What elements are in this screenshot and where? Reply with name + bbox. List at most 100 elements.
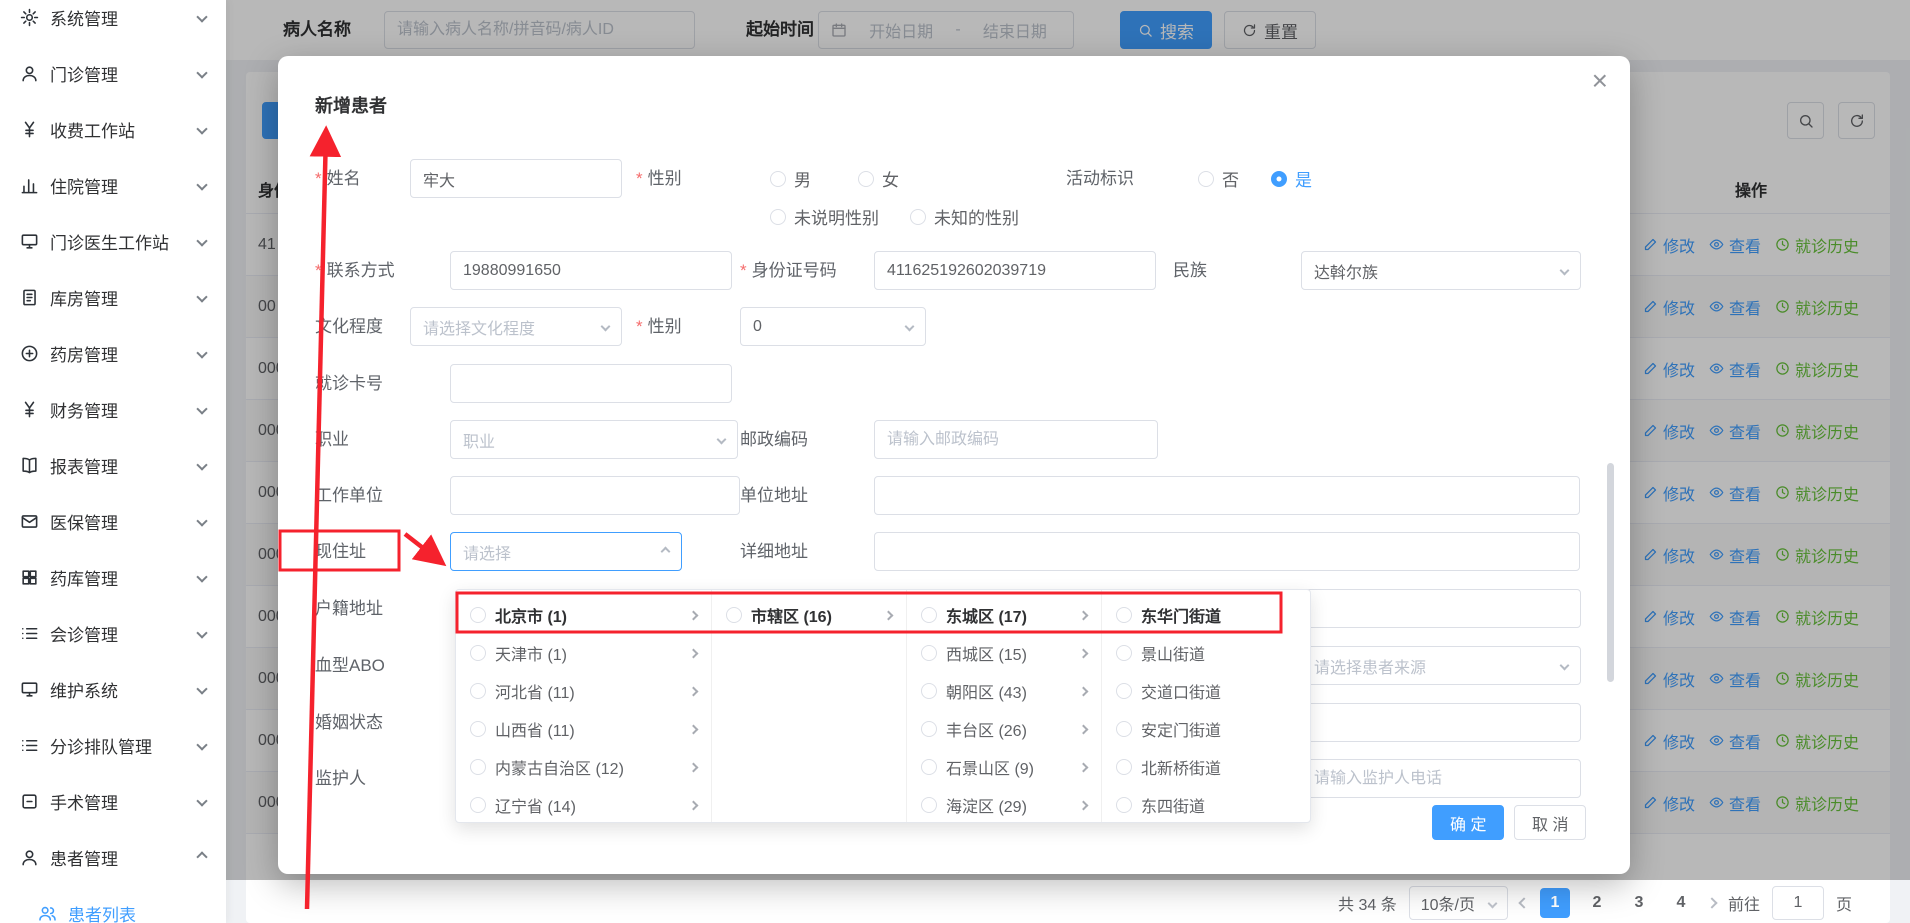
cascader-option-hebei[interactable]: 河北省 (11) — [456, 672, 711, 710]
gender-code-select[interactable]: 0 — [740, 307, 926, 346]
chevron-right-icon — [1079, 800, 1089, 810]
goto-page-input[interactable] — [1772, 886, 1824, 920]
cascader-option-xicheng[interactable]: 西城区 (15) — [907, 634, 1101, 672]
sidebar-item-label: 维护系统 — [50, 677, 118, 702]
gender-radio-unknown[interactable]: 未知的性别 — [910, 197, 1019, 236]
list-icon — [20, 736, 39, 755]
guardian-phone-input[interactable] — [1301, 759, 1581, 798]
radio-icon — [921, 721, 937, 737]
confirm-button[interactable]: 确 定 — [1432, 805, 1504, 840]
prev-page-icon[interactable] — [1518, 897, 1529, 908]
detail-address-label: 详细地址 — [740, 532, 808, 571]
active-flag-radio-yes[interactable]: 是 — [1271, 159, 1312, 198]
name-input[interactable] — [410, 159, 622, 198]
cascader-option-shijingshan[interactable]: 石景山区 (9) — [907, 748, 1101, 786]
radio-icon — [470, 683, 486, 699]
main-area: 病人名称 起始时间 开始日期 - 结束日期 搜索 重置 身份证 操作 41修改查… — [226, 0, 1910, 923]
cascader-option-chaoyang[interactable]: 朝阳区 (43) — [907, 672, 1101, 710]
id-number-input[interactable] — [874, 251, 1156, 290]
page-button-2[interactable]: 2 — [1582, 888, 1612, 918]
cascader-option-tianjin[interactable]: 天津市 (1) — [456, 634, 711, 672]
page-button-1[interactable]: 1 — [1540, 888, 1570, 918]
sidebar-item-outpatient-management[interactable]: 门诊管理 — [0, 45, 226, 101]
cascader-option-beijing[interactable]: 北京市 (1) — [456, 596, 711, 634]
visit-card-input[interactable] — [450, 364, 732, 403]
cascader-option-donghuamen[interactable]: 东华门街道 — [1102, 596, 1311, 634]
sidebar-item-label: 报表管理 — [50, 453, 118, 478]
work-unit-label: 工作单位 — [315, 476, 383, 515]
cascader-option-haidian[interactable]: 海淀区 (29) — [907, 786, 1101, 822]
radio-icon — [770, 209, 786, 225]
sidebar-item-inpatient-management[interactable]: 住院管理 — [0, 157, 226, 213]
sidebar-item-triage-queue-management[interactable]: 分诊排队管理 — [0, 717, 226, 773]
sidebar-item-maintenance-system[interactable]: 维护系统 — [0, 661, 226, 717]
cascader-option-beixinqiao[interactable]: 北新桥街道 — [1102, 748, 1311, 786]
cascader-option-jingshan[interactable]: 景山街道 — [1102, 634, 1311, 672]
patient-source-select[interactable]: 请选择患者来源 — [1301, 646, 1581, 685]
sidebar-item-outpatient-doctor-workstation[interactable]: 门诊医生工作站 — [0, 213, 226, 269]
next-page-icon[interactable] — [1706, 897, 1717, 908]
sidebar-item-drug-storage-management[interactable]: 药库管理 — [0, 549, 226, 605]
cascader-option-jiaodaokou[interactable]: 交道口街道 — [1102, 672, 1311, 710]
sidebar-item-patient-management[interactable]: 患者管理 — [0, 829, 226, 885]
sidebar-item-warehouse-management[interactable]: 库房管理 — [0, 269, 226, 325]
contact-input[interactable] — [450, 251, 732, 290]
page-button-4[interactable]: 4 — [1666, 888, 1696, 918]
sidebar-item-label: 药库管理 — [50, 565, 118, 590]
sidebar-item-medical-insurance-management[interactable]: 医保管理 — [0, 493, 226, 549]
radio-icon — [1116, 759, 1132, 775]
chevron-up-icon — [661, 547, 671, 557]
current-address-select[interactable]: 请选择 — [450, 532, 682, 571]
ethnicity-select[interactable]: 达斡尔族 — [1301, 251, 1581, 290]
education-select[interactable]: 请选择文化程度 — [410, 307, 622, 346]
cascader-option-shanxi[interactable]: 山西省 (11) — [456, 710, 711, 748]
marital-right-input[interactable] — [1301, 703, 1581, 742]
modal-scrollbar[interactable] — [1607, 463, 1614, 682]
sidebar-item-charging-workstation[interactable]: 收费工作站 — [0, 101, 226, 157]
cascader-option-dongsi[interactable]: 东四街道 — [1102, 786, 1311, 822]
cascader-option-dongcheng[interactable]: 东城区 (17) — [907, 596, 1101, 634]
active-flag-radio-no[interactable]: 否 — [1198, 159, 1239, 198]
cancel-button[interactable]: 取 消 — [1514, 805, 1586, 840]
gender-radio-female[interactable]: 女 — [858, 159, 899, 198]
sidebar-item-label: 分诊排队管理 — [50, 733, 152, 758]
gender-label: 性别 — [636, 159, 682, 198]
sidebar-item-label: 门诊医生工作站 — [50, 229, 169, 254]
chevron-right-icon — [689, 686, 699, 696]
page-button-3[interactable]: 3 — [1624, 888, 1654, 918]
sidebar-item-finance-management[interactable]: 财务管理 — [0, 381, 226, 437]
radio-icon — [1116, 797, 1132, 813]
cascader-option-shixiaqu[interactable]: 市辖区 (16) — [712, 596, 906, 634]
cascader-option-liaoning[interactable]: 辽宁省 (14) — [456, 786, 711, 822]
sidebar-item-patient-list[interactable]: 患者列表 — [0, 885, 226, 923]
radio-icon — [470, 721, 486, 737]
gender-radio-male[interactable]: 男 — [770, 159, 811, 198]
sidebar-item-consultation-management[interactable]: 会诊管理 — [0, 605, 226, 661]
cascader-option-neimenggu[interactable]: 内蒙古自治区 (12) — [456, 748, 711, 786]
occupation-select[interactable]: 职业 — [450, 420, 738, 459]
cascader-option-andingmen[interactable]: 安定门街道 — [1102, 710, 1311, 748]
sidebar-item-label: 收费工作站 — [50, 117, 135, 142]
work-unit-input[interactable] — [450, 476, 740, 515]
sidebar-item-report-management[interactable]: 报表管理 — [0, 437, 226, 493]
blood-type-label: 血型ABO — [315, 646, 385, 685]
sidebar-item-label: 财务管理 — [50, 397, 118, 422]
page-size-select[interactable]: 10条/页 — [1409, 886, 1508, 920]
radio-icon — [726, 607, 742, 623]
sidebar-item-surgery-management[interactable]: 手术管理 — [0, 773, 226, 829]
radio-icon — [470, 645, 486, 661]
chevron-down-icon — [196, 515, 207, 526]
chevron-down-icon — [196, 235, 207, 246]
close-icon[interactable]: × — [1592, 64, 1608, 98]
sidebar-item-pharmacy-management[interactable]: 药房管理 — [0, 325, 226, 381]
chevron-up-icon — [196, 851, 207, 862]
work-address-input[interactable] — [874, 476, 1580, 515]
postcode-input[interactable] — [874, 420, 1158, 459]
chevron-down-icon — [196, 739, 207, 750]
gender-radio-unspecified[interactable]: 未说明性别 — [770, 197, 879, 236]
cascader-option-fengtai[interactable]: 丰台区 (26) — [907, 710, 1101, 748]
household-detail-input[interactable] — [1301, 589, 1581, 628]
contact-label: 联系方式 — [315, 251, 395, 290]
detail-address-input[interactable] — [874, 532, 1580, 571]
sidebar-item-system-management[interactable]: 系统管理 — [0, 0, 226, 45]
